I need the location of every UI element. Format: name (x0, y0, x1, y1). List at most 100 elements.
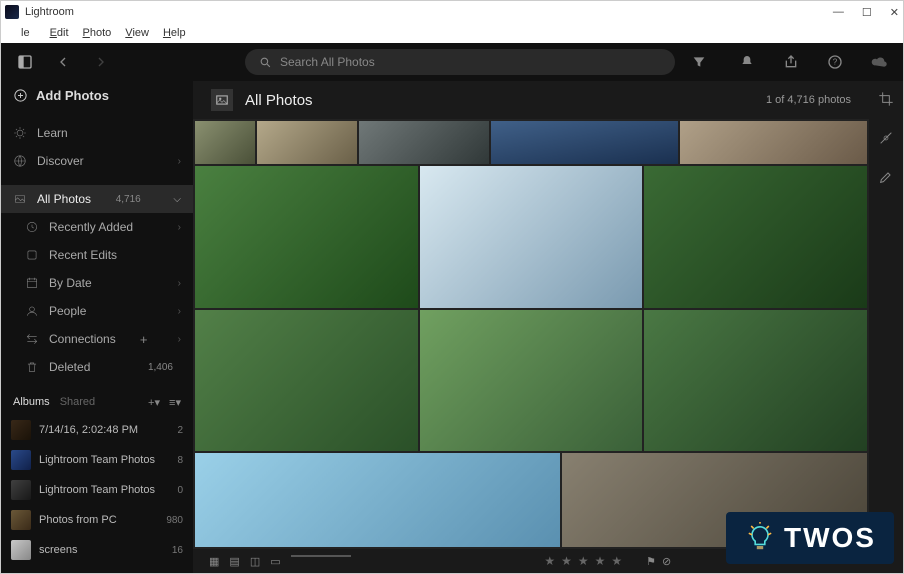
album-item[interactable]: Photos from PC 980 (1, 505, 193, 535)
sidebar-learn-label: Learn (37, 126, 68, 140)
sort-albums-button[interactable]: ≡▾ (169, 397, 181, 409)
album-count: 2 (177, 425, 183, 436)
add-connection-icon[interactable]: + (140, 332, 148, 347)
album-item[interactable]: Lightroom Team Photos 8 (1, 445, 193, 475)
view-square-grid-button[interactable]: ▦ (209, 555, 219, 568)
grid-mode-icon (211, 89, 233, 111)
search-icon (259, 56, 272, 69)
view-compare-button[interactable]: ◫ (250, 555, 260, 568)
photo-thumbnail[interactable] (257, 121, 357, 164)
window-title: Lightroom (25, 6, 74, 18)
help-button[interactable]: ? (821, 48, 849, 76)
rating-star-icon[interactable]: ★ (561, 554, 572, 568)
sidebar-people[interactable]: People › (13, 297, 193, 325)
sidebar-discover-label: Discover (37, 154, 84, 168)
sidebar-by-date-label: By Date (49, 276, 92, 290)
photo-thumbnail[interactable] (644, 310, 867, 451)
photo-thumbnail[interactable] (195, 166, 418, 307)
photo-thumbnail[interactable] (195, 121, 255, 164)
photo-thumbnail[interactable] (420, 166, 643, 307)
album-name: Lightroom Team Photos (39, 454, 155, 466)
shared-tab[interactable]: Shared (60, 396, 95, 408)
chevron-down-icon: ⌵ (173, 194, 181, 205)
top-toolbar: Search All Photos ? (1, 43, 903, 81)
search-input[interactable]: Search All Photos (245, 49, 675, 75)
menu-help[interactable]: Help (157, 27, 192, 39)
album-item[interactable]: Lightroom Team Photos 0 (1, 475, 193, 505)
sidebar-deleted-label: Deleted (49, 360, 90, 374)
close-button[interactable]: ✕ (890, 6, 899, 19)
sidebar-recent-edits-label: Recent Edits (49, 248, 117, 262)
photo-thumbnail[interactable] (644, 166, 867, 307)
sidebar-people-label: People (49, 304, 86, 318)
sidebar-recent-edits[interactable]: Recent Edits (13, 241, 193, 269)
minimize-button[interactable]: — (833, 6, 844, 19)
photo-thumbnail[interactable] (195, 310, 418, 451)
add-album-button[interactable]: +▾ (148, 397, 160, 409)
photo-count: 1 of 4,716 photos (766, 94, 851, 106)
rating-star-icon[interactable]: ★ (578, 554, 589, 568)
album-name: screens (39, 544, 78, 556)
home-panel-button[interactable] (11, 48, 39, 76)
crop-tool-button[interactable] (878, 91, 894, 112)
album-thumb-icon (11, 450, 31, 470)
albums-tab[interactable]: Albums (13, 396, 50, 408)
maximize-button[interactable]: ☐ (862, 6, 872, 19)
forward-button[interactable] (87, 48, 115, 76)
add-photos-button[interactable]: Add Photos (1, 81, 193, 109)
photo-thumbnail[interactable] (420, 310, 643, 451)
menu-view[interactable]: View (119, 27, 155, 39)
cloud-sync-button[interactable] (865, 48, 893, 76)
sidebar-deleted-count: 1,406 (148, 362, 173, 373)
album-name: Photos from PC (39, 514, 117, 526)
flag-reject-button[interactable]: ⊘ (662, 555, 671, 568)
view-photo-grid-button[interactable]: ▤ (229, 555, 239, 568)
sidebar-deleted[interactable]: Deleted 1,406 (13, 353, 193, 381)
rating-star-icon[interactable]: ★ (611, 554, 622, 568)
sidebar-discover[interactable]: Discover › (1, 147, 193, 175)
chevron-right-icon: › (178, 334, 181, 345)
sidebar-by-date[interactable]: By Date › (13, 269, 193, 297)
album-count: 980 (166, 515, 183, 526)
album-thumb-icon (11, 510, 31, 530)
menu-edit[interactable]: Edit (44, 27, 75, 39)
photo-thumbnail[interactable] (680, 121, 867, 164)
sidebar-recently-added[interactable]: Recently Added › (13, 213, 193, 241)
search-placeholder: Search All Photos (280, 55, 375, 69)
brush-tool-button[interactable] (878, 169, 894, 190)
watermark-text: TWOS (784, 522, 876, 554)
back-button[interactable] (49, 48, 77, 76)
album-thumb-icon (11, 540, 31, 560)
album-item[interactable]: 7/14/16, 2:02:48 PM 2 (1, 415, 193, 445)
sidebar-connections[interactable]: Connections + › (13, 325, 193, 353)
album-count: 16 (172, 545, 183, 556)
share-button[interactable] (777, 48, 805, 76)
page-title: All Photos (245, 92, 313, 109)
sidebar-all-photos[interactable]: All Photos 4,716 ⌵ (1, 185, 193, 213)
photo-thumbnail[interactable] (195, 453, 560, 547)
filter-button[interactable] (685, 48, 713, 76)
sidebar-learn[interactable]: Learn (1, 119, 193, 147)
rating-star-icon[interactable]: ★ (544, 554, 555, 568)
album-count: 0 (177, 485, 183, 496)
album-name: 7/14/16, 2:02:48 PM (39, 424, 138, 436)
photo-thumbnail[interactable] (491, 121, 678, 164)
photo-thumbnail[interactable] (359, 121, 489, 164)
album-item[interactable]: screens 16 (1, 535, 193, 565)
title-bar: Lightroom — ☐ ✕ (1, 1, 903, 23)
heal-tool-button[interactable] (878, 130, 894, 151)
zoom-slider[interactable] (291, 555, 351, 557)
notifications-button[interactable] (733, 48, 761, 76)
rating-star-icon[interactable]: ★ (595, 554, 606, 568)
lightbulb-icon (744, 522, 776, 554)
menu-photo[interactable]: Photo (77, 27, 118, 39)
content-area: All Photos 1 of 4,716 photos (193, 81, 869, 573)
watermark-badge: TWOS (726, 512, 894, 564)
view-detail-button[interactable]: ▭ (270, 555, 280, 568)
menu-bar: le Edit Photo View Help (1, 23, 903, 43)
flag-pick-button[interactable]: ⚑ (646, 555, 656, 568)
album-thumb-icon (11, 420, 31, 440)
menu-file[interactable]: le (9, 27, 42, 39)
sidebar: Add Photos Learn Discover › All Photos 4… (1, 81, 193, 573)
sidebar-all-photos-count: 4,716 (116, 194, 141, 205)
